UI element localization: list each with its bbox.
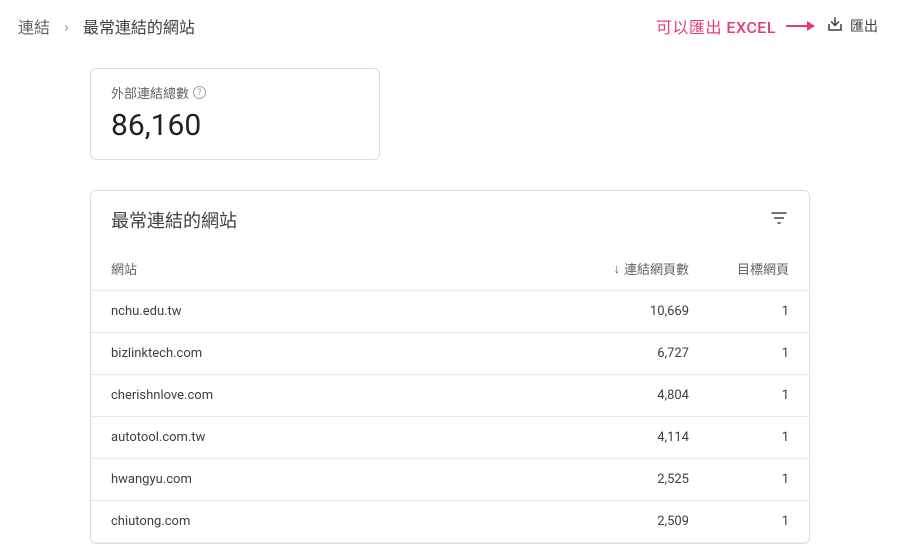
table-row[interactable]: bizlinktech.com6,7271 — [91, 333, 809, 375]
cell-target: 1 — [689, 430, 789, 445]
cell-target: 1 — [689, 388, 789, 403]
col-header-pages[interactable]: ↓ 連結網頁數 — [549, 259, 689, 278]
table-row[interactable]: cherishnlove.com4,8041 — [91, 375, 809, 417]
cell-site: bizlinktech.com — [111, 346, 549, 361]
cell-target: 1 — [689, 346, 789, 361]
help-icon[interactable]: ? — [193, 86, 206, 99]
total-value: 86,160 — [111, 108, 359, 143]
cell-pages: 4,804 — [549, 388, 689, 403]
cell-target: 1 — [689, 304, 789, 319]
total-links-card: 外部連結總數 ? 86,160 — [90, 68, 380, 160]
col-header-site[interactable]: 網站 — [111, 259, 549, 278]
filter-icon — [769, 213, 789, 232]
col-header-target[interactable]: 目標網頁 — [689, 259, 789, 278]
breadcrumb-current: 最常連結的網站 — [83, 14, 195, 38]
breadcrumb-root[interactable]: 連結 — [18, 14, 50, 38]
cell-site: hwangyu.com — [111, 472, 549, 487]
sort-down-icon: ↓ — [613, 261, 620, 277]
breadcrumb: 連結 › 最常連結的網站 — [18, 14, 195, 38]
export-excel-note: 可以匯出 EXCEL — [656, 14, 814, 38]
chevron-right-icon: › — [64, 17, 69, 36]
arrow-right-icon — [786, 25, 814, 27]
export-note-text: 可以匯出 EXCEL — [656, 14, 776, 38]
table-row[interactable]: nchu.edu.tw10,6691 — [91, 291, 809, 333]
cell-pages: 2,509 — [549, 514, 689, 529]
col-header-pages-label: 連結網頁數 — [624, 259, 689, 278]
table-header-row: 網站 ↓ 連結網頁數 目標網頁 — [91, 249, 809, 291]
cell-site: autotool.com.tw — [111, 430, 549, 445]
download-icon — [826, 15, 844, 37]
table-title: 最常連結的網站 — [111, 207, 237, 233]
cell-site: chiutong.com — [111, 514, 549, 529]
table-row[interactable]: hwangyu.com2,5251 — [91, 459, 809, 501]
cell-site: nchu.edu.tw — [111, 304, 549, 319]
table-row[interactable]: chiutong.com2,5091 — [91, 501, 809, 543]
export-label: 匯出 — [850, 16, 878, 36]
cell-pages: 2,525 — [549, 472, 689, 487]
cell-target: 1 — [689, 472, 789, 487]
cell-target: 1 — [689, 514, 789, 529]
export-button[interactable]: 匯出 — [826, 15, 878, 37]
total-label-text: 外部連結總數 — [111, 83, 189, 102]
filter-button[interactable] — [769, 208, 789, 232]
linking-sites-table: 最常連結的網站 網站 ↓ 連結網頁數 目標網頁 nchu.edu.tw10,66… — [90, 190, 810, 544]
cell-pages: 6,727 — [549, 346, 689, 361]
cell-pages: 4,114 — [549, 430, 689, 445]
table-row[interactable]: autotool.com.tw4,1141 — [91, 417, 809, 459]
cell-site: cherishnlove.com — [111, 388, 549, 403]
cell-pages: 10,669 — [549, 304, 689, 319]
